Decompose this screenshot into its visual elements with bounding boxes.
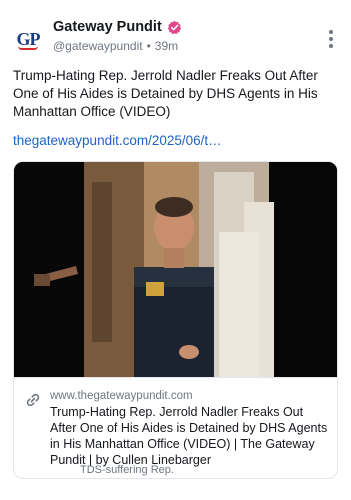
verified-badge-icon — [167, 20, 182, 34]
avatar-swoosh — [18, 46, 38, 50]
link-card-meta: www.thegatewaypundit.com Trump-Hating Re… — [14, 377, 337, 478]
avatar[interactable]: GP — [12, 24, 44, 56]
author-handle[interactable]: @gatewaypundit — [53, 39, 143, 53]
post-card: GP Gateway Pundit @gatewaypundit • 39m T… — [0, 0, 351, 500]
author-row: Gateway Pundit — [53, 19, 182, 35]
separator-dot: • — [146, 39, 151, 53]
more-dot — [329, 44, 333, 48]
preview-image[interactable] — [14, 162, 337, 377]
more-dot — [329, 37, 333, 41]
link-title: Trump-Hating Rep. Jerrold Nadler Freaks … — [50, 405, 328, 467]
more-options-icon[interactable] — [329, 30, 333, 48]
handle-row: @gatewaypundit • 39m — [53, 39, 178, 53]
post-text: Trump-Hating Rep. Jerrold Nadler Freaks … — [13, 68, 318, 119]
link-preview-card[interactable]: www.thegatewaypundit.com Trump-Hating Re… — [13, 161, 338, 479]
preview-image-art — [14, 162, 337, 377]
author-name[interactable]: Gateway Pundit — [53, 19, 162, 35]
post-link[interactable]: thegatewaypundit.com/2025/06/t… — [13, 133, 222, 148]
link-domain: www.thegatewaypundit.com — [50, 390, 193, 402]
post-time[interactable]: 39m — [155, 39, 178, 53]
more-dot — [329, 30, 333, 34]
link-description: TDS-suffering Rep. — [80, 464, 174, 476]
link-icon — [26, 393, 40, 407]
